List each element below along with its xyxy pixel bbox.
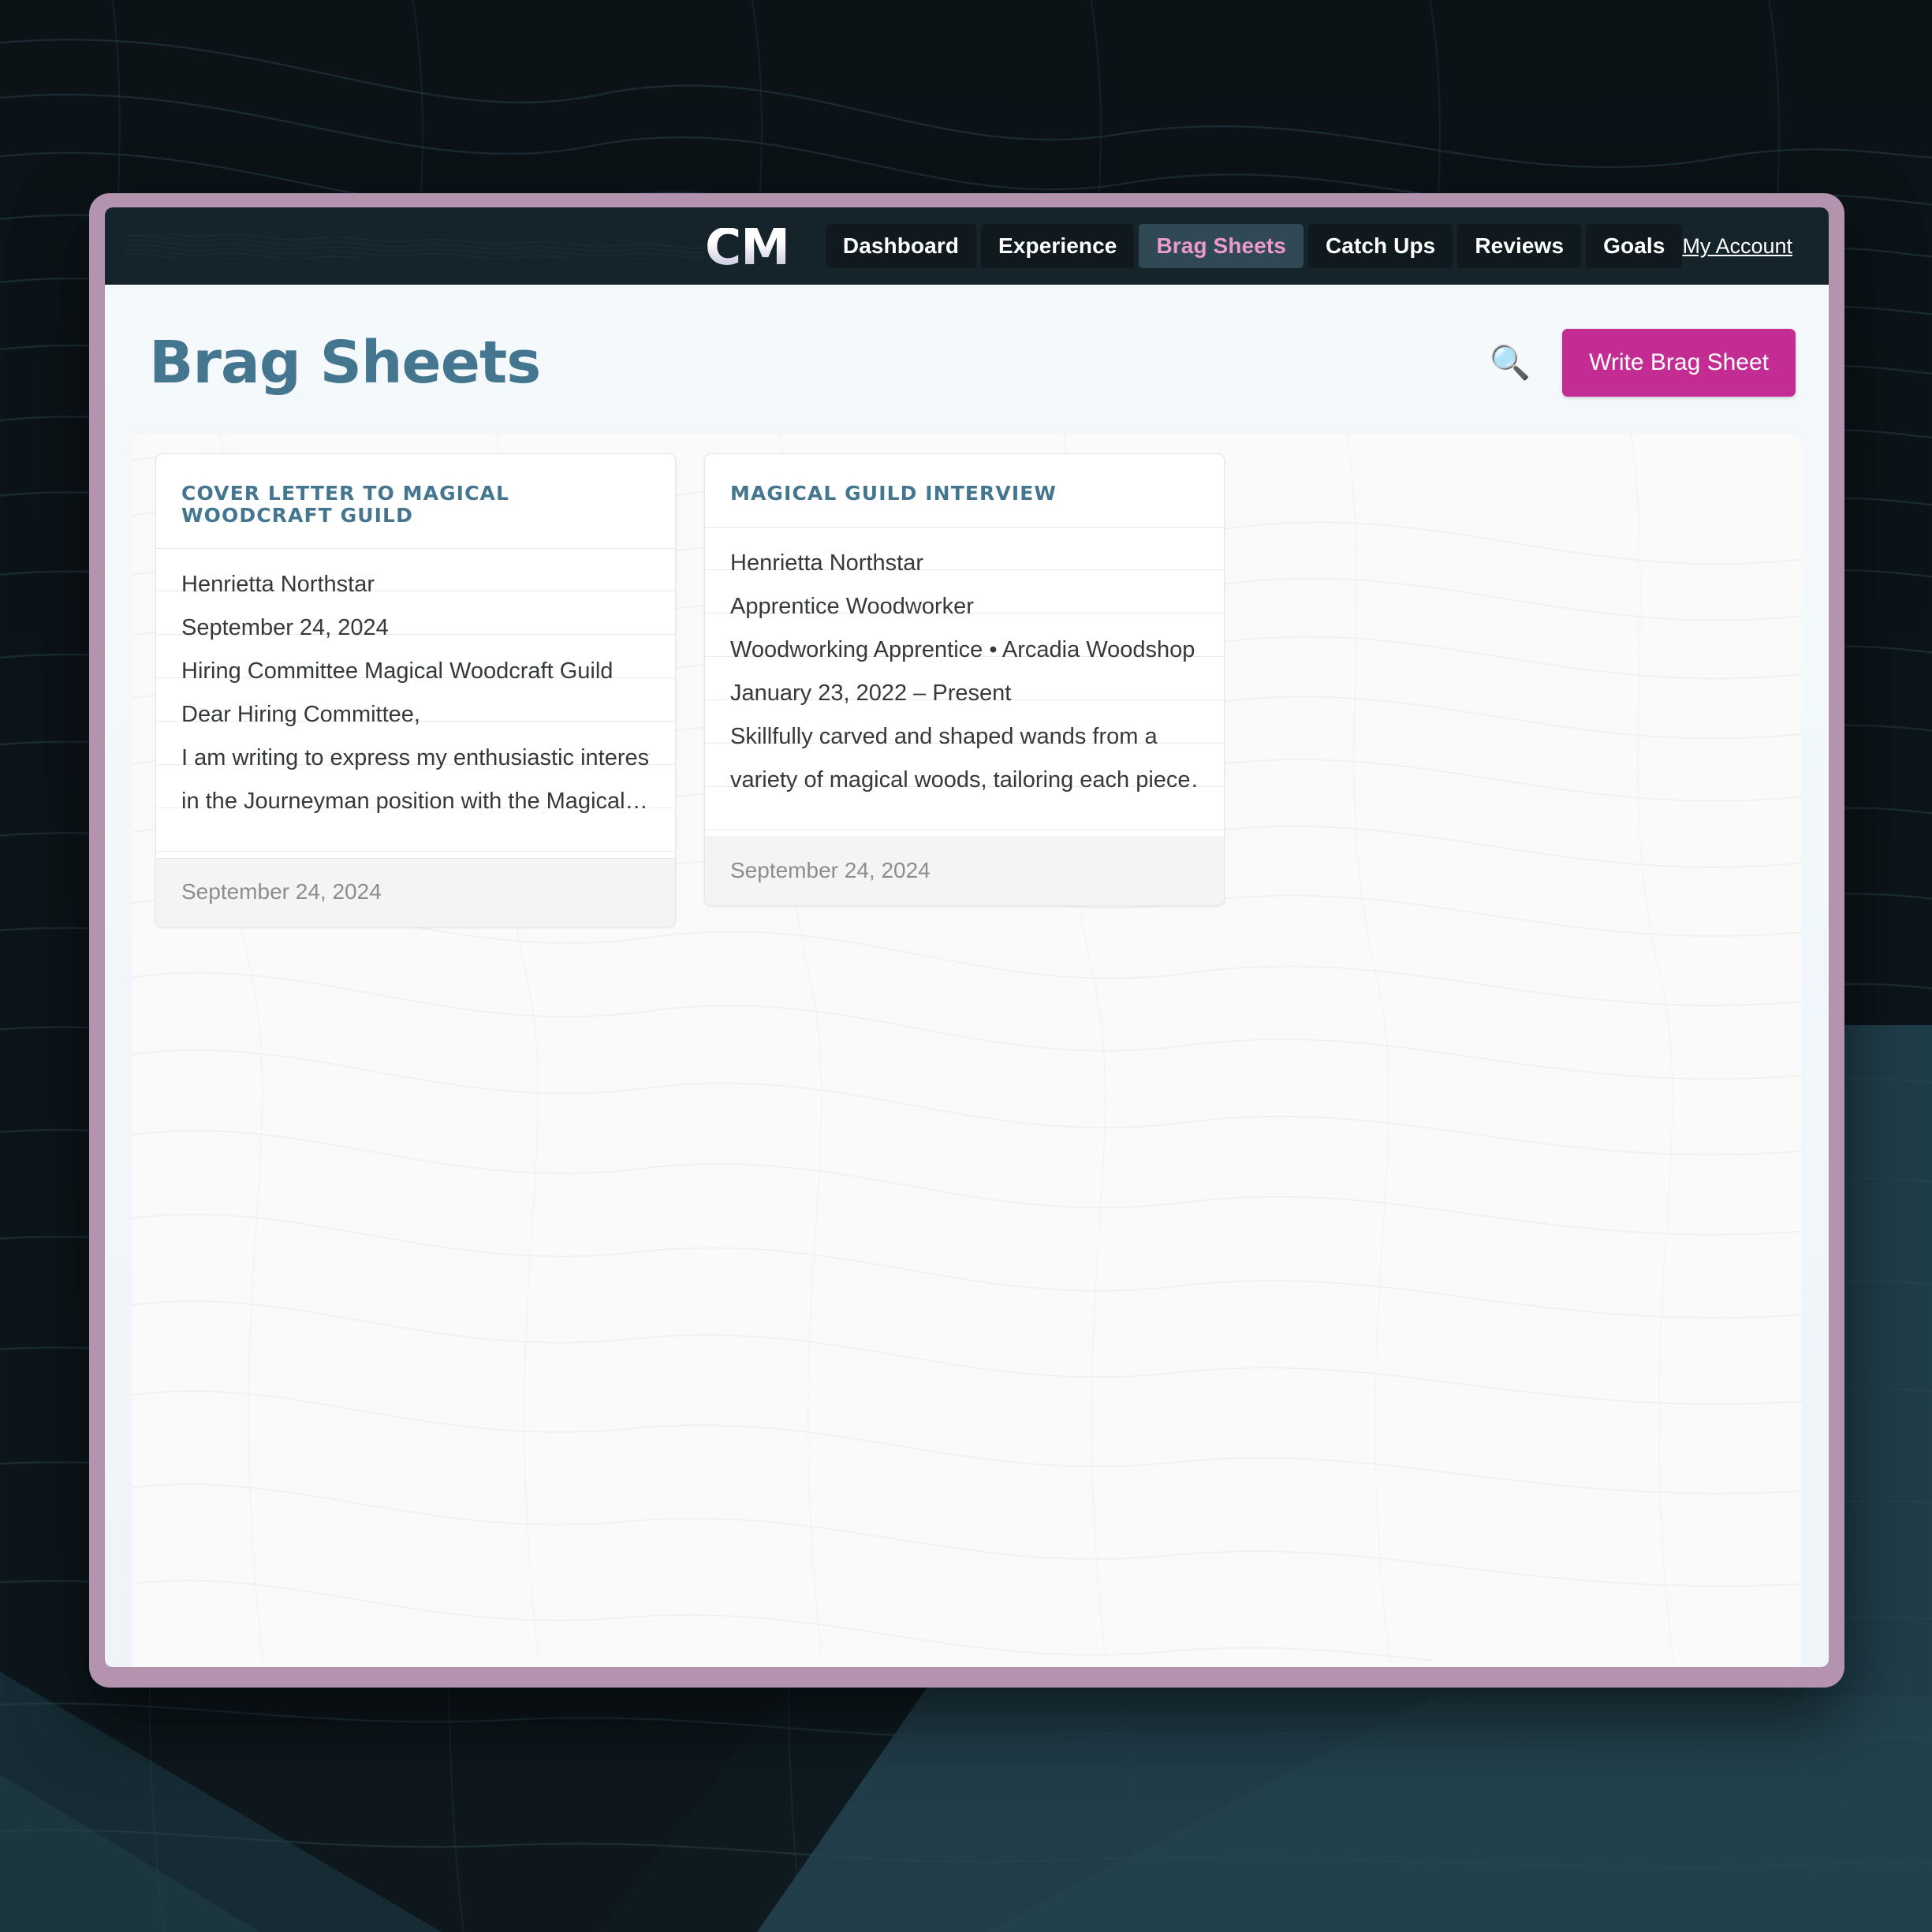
- excerpt-line: January 23, 2022 – Present: [730, 680, 1012, 706]
- card-title: MAGICAL GUILD INTERVIEW: [730, 482, 1057, 505]
- write-brag-sheet-button[interactable]: Write Brag Sheet: [1562, 329, 1796, 397]
- nav-item-brag-sheets[interactable]: Brag Sheets: [1139, 224, 1304, 268]
- excerpt-line: Woodworking Apprentice • Arcadia Woodsho…: [730, 636, 1195, 662]
- excerpt-line: in the Journeyman position with the Magi…: [181, 789, 648, 814]
- card-header: MAGICAL GUILD INTERVIEW: [705, 454, 1224, 528]
- app-window: CM Dashboard Experience Brag Sheets Catc…: [105, 207, 1829, 1667]
- page-header: Brag Sheets 🔍 Write Brag Sheet: [132, 285, 1802, 431]
- brag-sheet-card[interactable]: MAGICAL GUILD INTERVIEW Henrietta Norths…: [704, 453, 1225, 906]
- card-title: COVER LETTER TO MAGICAL WOODCRAFT GUILD: [181, 482, 510, 527]
- card-footer: September 24, 2024: [156, 858, 675, 927]
- brag-sheet-card[interactable]: COVER LETTER TO MAGICAL WOODCRAFT GUILD …: [155, 453, 676, 927]
- excerpt-line: I am writing to express my enthusiastic …: [181, 745, 650, 770]
- page-title: Brag Sheets: [149, 329, 541, 397]
- excerpt-line: Apprentice Woodworker: [730, 593, 974, 619]
- card-excerpt: Henrietta Northstar September 24, 2024 H…: [156, 549, 675, 858]
- my-account-link[interactable]: My Account: [1682, 234, 1792, 259]
- excerpt-line: Hiring Committee Magical Woodcraft Guild: [181, 658, 614, 684]
- card-date: September 24, 2024: [730, 857, 931, 882]
- excerpt-line: Dear Hiring Committee,: [181, 702, 420, 727]
- page-body: Brag Sheets 🔍 Write Brag Sheet COVER LET…: [105, 285, 1829, 1667]
- card-header: COVER LETTER TO MAGICAL WOODCRAFT GUILD: [156, 454, 675, 549]
- header-actions: 🔍 Write Brag Sheet: [1490, 329, 1796, 397]
- brag-sheets-grid: COVER LETTER TO MAGICAL WOODCRAFT GUILD …: [132, 431, 1802, 949]
- main-navigation-bar: CM Dashboard Experience Brag Sheets Catc…: [105, 207, 1829, 285]
- nav-item-dashboard[interactable]: Dashboard: [825, 224, 977, 268]
- app-window-frame: CM Dashboard Experience Brag Sheets Catc…: [89, 193, 1844, 1688]
- nav-item-catch-ups[interactable]: Catch Ups: [1307, 224, 1453, 268]
- card-footer: September 24, 2024: [705, 836, 1224, 905]
- nav-item-experience[interactable]: Experience: [981, 224, 1135, 268]
- brand-logo[interactable]: CM: [705, 222, 790, 272]
- excerpt-line: Skillfully carved and shaped wands from …: [730, 723, 1158, 749]
- excerpt-line: variety of magical woods, tailoring each…: [730, 766, 1199, 793]
- card-date: September 24, 2024: [181, 879, 382, 904]
- excerpt-line: September 24, 2024: [181, 615, 389, 640]
- search-icon[interactable]: 🔍: [1490, 346, 1531, 379]
- navbar-topographic-pattern: [125, 233, 705, 259]
- excerpt-line: Henrietta Northstar: [181, 572, 375, 597]
- card-excerpt: Henrietta Northstar Apprentice Woodworke…: [705, 527, 1224, 837]
- nav-links: Dashboard Experience Brag Sheets Catch U…: [825, 224, 1683, 268]
- content-panel: COVER LETTER TO MAGICAL WOODCRAFT GUILD …: [132, 431, 1802, 1667]
- excerpt-line: Henrietta Northstar: [730, 550, 923, 576]
- nav-item-reviews[interactable]: Reviews: [1457, 224, 1582, 268]
- nav-item-goals[interactable]: Goals: [1586, 224, 1683, 268]
